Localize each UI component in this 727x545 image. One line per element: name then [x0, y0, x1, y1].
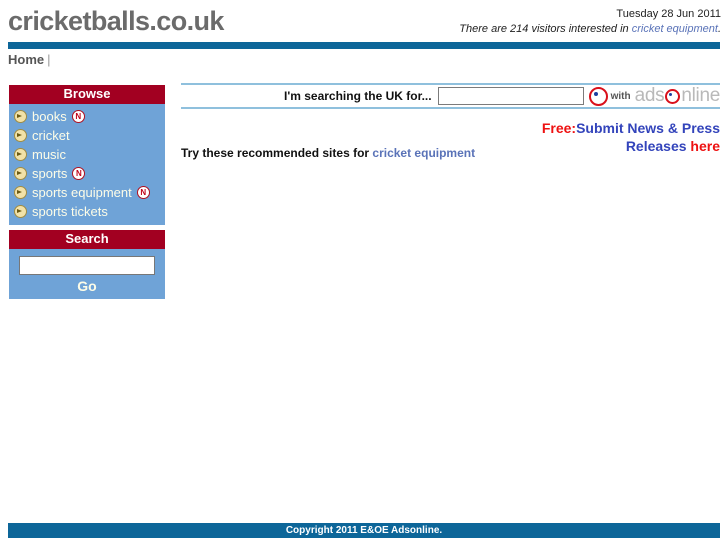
sidebar-item-label: cricket [32, 128, 70, 143]
sidebar-item-sports-equipment[interactable]: sports equipment N [9, 183, 165, 202]
sidebar-item-label: books [32, 109, 67, 124]
arrow-right-icon [14, 186, 27, 199]
arrow-right-icon [14, 167, 27, 180]
uk-search-input[interactable] [437, 87, 584, 105]
sidebar-item-music[interactable]: music [9, 145, 165, 164]
sidebar-go-button[interactable]: Go [9, 276, 165, 295]
target-circle-icon [665, 88, 681, 104]
sidebar-item-sports-tickets[interactable]: sports tickets [9, 202, 165, 221]
sidebar-item-books[interactable]: books N [9, 107, 165, 126]
footer-copyright: Copyright 2011 E&OE Adsonline. [8, 523, 720, 538]
sidebar-item-label: sports equipment [32, 185, 132, 200]
adsonline-logo-text-2: nline [681, 85, 720, 106]
new-badge-icon: N [72, 167, 86, 180]
search-panel: Search Go [9, 230, 165, 299]
with-label: with [610, 90, 631, 102]
uk-search-label: I'm searching the UK for... [284, 89, 432, 103]
arrow-right-icon [14, 205, 27, 218]
sidebar-item-label: sports [32, 166, 68, 181]
sidebar-item-cricket[interactable]: cricket [9, 126, 165, 145]
search-engine-radio[interactable] [588, 86, 608, 106]
press-release-promo[interactable]: Free:Submit News & Press Releases here [380, 119, 720, 155]
browse-panel-body: books N cricket music sports N sports eq… [9, 104, 165, 225]
promo-free-label: Free: [541, 120, 577, 136]
visitor-count-suffix: . [717, 23, 721, 35]
header-divider-bar [8, 42, 720, 49]
arrow-right-icon [14, 148, 27, 161]
header-meta: Tuesday 28 Jun 2011 There are 214 visito… [459, 8, 721, 36]
promo-line-1: Submit News & Press [576, 120, 720, 136]
breadcrumb: Home | [8, 52, 51, 67]
breadcrumb-separator: | [47, 52, 51, 67]
site-logo: cricketballs.co.uk [8, 6, 224, 36]
uk-search-bar: I'm searching the UK for... with ads nlin… [181, 83, 720, 109]
visitor-category-link[interactable]: cricket equipment [632, 23, 718, 35]
search-panel-body: Go [9, 249, 165, 299]
sidebar-item-sports[interactable]: sports N [9, 164, 165, 183]
search-panel-title: Search [9, 230, 165, 249]
adsonline-logo: ads nline [634, 85, 721, 107]
visitor-count-text: There are 214 visitors interested in [459, 23, 632, 35]
browse-panel-title: Browse [9, 85, 165, 104]
sidebar-item-label: sports tickets [32, 204, 108, 219]
adsonline-logo-text-1: ads [634, 85, 665, 106]
arrow-right-icon [14, 129, 27, 142]
site-header: cricketballs.co.uk Tuesday 28 Jun 2011 T… [0, 0, 727, 42]
arrow-right-icon [14, 110, 27, 123]
main-content: I'm searching the UK for... with ads nlin… [181, 83, 720, 163]
promo-here-link[interactable]: here [690, 138, 720, 154]
sidebar-search-input[interactable] [19, 256, 155, 275]
recommend-row: Try these recommended sites for cricket … [181, 119, 720, 163]
visitor-count-line: There are 214 visitors interested in cri… [459, 23, 721, 36]
breadcrumb-item-home[interactable]: Home [8, 52, 44, 67]
recommended-sites-prefix: Try these recommended sites for [181, 146, 373, 160]
new-badge-icon: N [71, 110, 85, 123]
browse-panel: Browse books N cricket music sports N sp… [9, 85, 165, 225]
new-badge-icon: N [136, 186, 150, 199]
promo-line-2: Releases [625, 138, 691, 154]
sidebar-item-label: music [32, 147, 66, 162]
current-date: Tuesday 28 Jun 2011 [616, 8, 721, 20]
